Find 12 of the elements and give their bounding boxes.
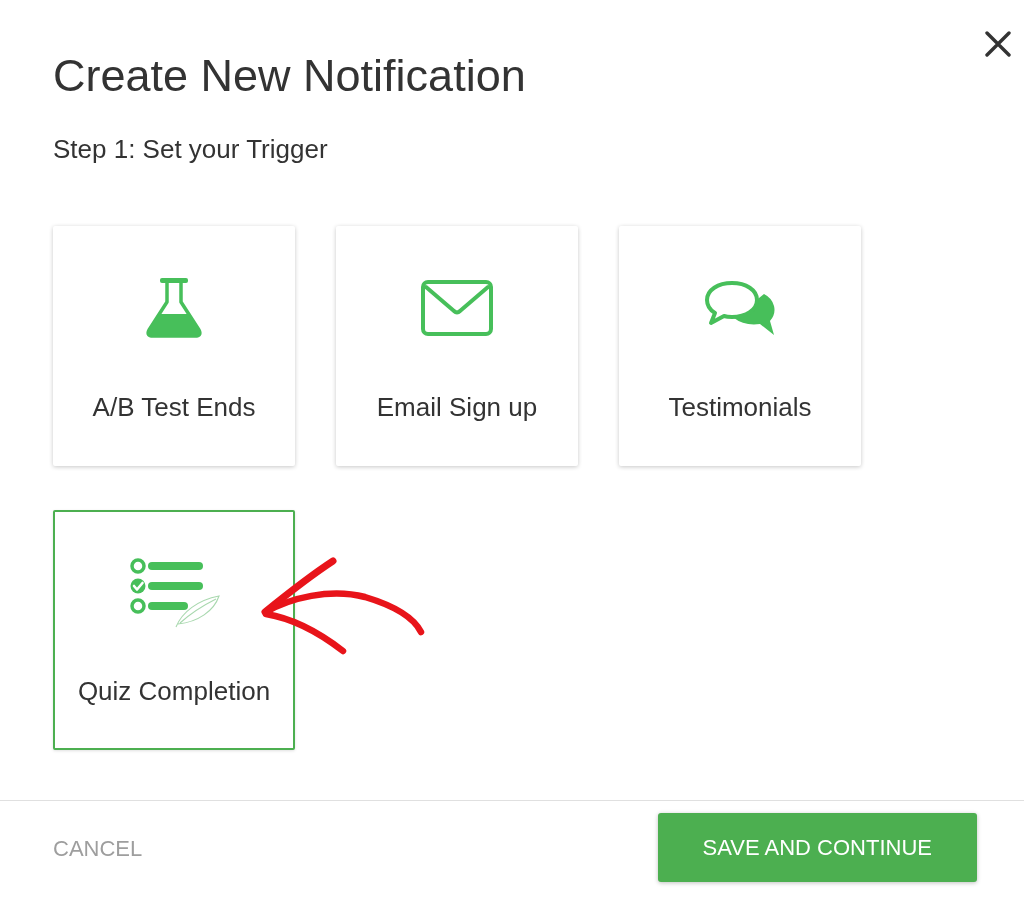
- flask-icon: [145, 278, 203, 338]
- checklist-icon: [128, 556, 220, 628]
- close-icon: [985, 31, 1011, 57]
- dialog-title: Create New Notification: [53, 50, 526, 102]
- trigger-card[interactable]: Email Sign up: [336, 226, 578, 466]
- trigger-card[interactable]: A/B Test Ends: [53, 226, 295, 466]
- close-button[interactable]: [983, 29, 1013, 59]
- envelope-icon: [421, 280, 493, 336]
- trigger-card[interactable]: Quiz Completion: [53, 510, 295, 750]
- step-heading: Step 1: Set your Trigger: [53, 133, 328, 165]
- speech-bubbles-icon: [704, 280, 776, 336]
- trigger-card[interactable]: Testimonials: [619, 226, 861, 466]
